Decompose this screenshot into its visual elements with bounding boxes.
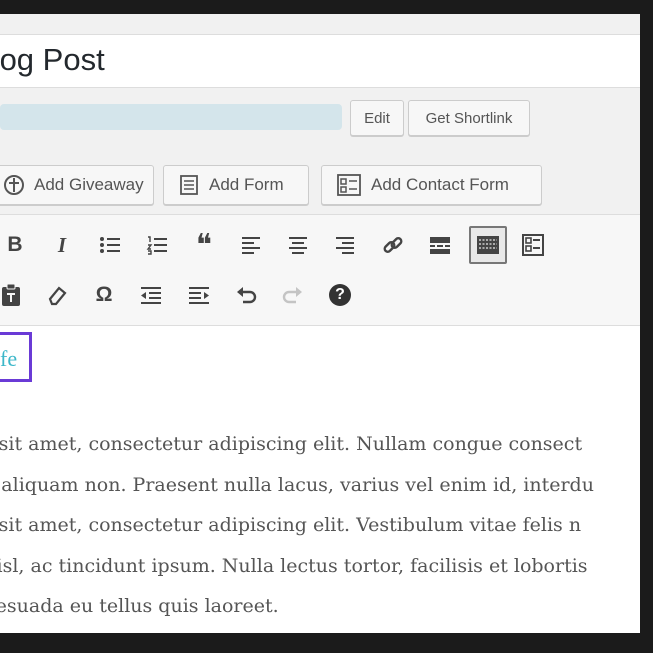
italic-icon[interactable]: I <box>45 228 79 262</box>
add-form-label: Add Form <box>209 175 284 194</box>
outdent-icon[interactable] <box>134 278 168 312</box>
paragraph-line: nalesuada eu tellus quis laoreet. <box>0 595 279 617</box>
link-icon[interactable] <box>376 228 410 262</box>
form-icon <box>178 174 200 196</box>
post-title[interactable]: Blog Post <box>0 42 105 78</box>
heading-text: fe <box>0 346 18 371</box>
toolbar-toggle-icon[interactable] <box>469 226 507 264</box>
gift-icon <box>3 174 25 196</box>
help-icon[interactable]: ? <box>323 278 357 312</box>
numbered-list-icon[interactable] <box>140 228 174 262</box>
paragraph-line: lor sit amet, consectetur adipiscing eli… <box>0 433 583 455</box>
paragraph-block[interactable]: lor sit amet, consectetur adipiscing eli… <box>0 424 640 627</box>
contact-form-icon <box>336 173 362 197</box>
form-builder-icon[interactable] <box>516 228 550 262</box>
paste-text-icon[interactable] <box>0 278 28 312</box>
permalink-url[interactable] <box>0 104 342 130</box>
add-form-button[interactable]: Add Form <box>163 165 309 205</box>
bulleted-list-icon[interactable] <box>93 228 127 262</box>
add-contact-form-button[interactable]: Add Contact Form <box>321 165 542 205</box>
read-more-icon[interactable] <box>423 228 457 262</box>
help-icon-glyph: ? <box>329 284 351 306</box>
special-character-icon[interactable]: Ω <box>87 278 121 312</box>
bold-icon[interactable]: B <box>0 228 32 262</box>
align-right-icon[interactable] <box>328 228 362 262</box>
clear-formatting-icon[interactable] <box>40 278 74 312</box>
undo-icon[interactable] <box>229 278 263 312</box>
add-giveaway-button[interactable]: Add Giveaway <box>0 165 154 205</box>
blockquote-icon[interactable]: ❝ <box>187 228 221 263</box>
add-contact-form-label: Add Contact Form <box>371 175 509 194</box>
paragraph-line: n nisl, ac tincidunt ipsum. Nulla lectus… <box>0 554 588 577</box>
get-shortlink-button[interactable]: Get Shortlink <box>408 100 530 136</box>
redo-icon[interactable] <box>276 278 310 312</box>
edit-permalink-button[interactable]: Edit <box>350 100 404 136</box>
indent-icon[interactable] <box>182 278 216 312</box>
paragraph-line: lor sit amet, consectetur adipiscing eli… <box>0 514 582 536</box>
align-center-icon[interactable] <box>281 228 315 262</box>
add-giveaway-label: Add Giveaway <box>34 175 144 194</box>
align-left-icon[interactable] <box>234 228 268 262</box>
paragraph-line: em aliquam non. Praesent nulla lacus, va… <box>0 473 594 496</box>
editor-screen: Blog Post Edit Get Shortlink Add Giveawa… <box>0 14 640 633</box>
